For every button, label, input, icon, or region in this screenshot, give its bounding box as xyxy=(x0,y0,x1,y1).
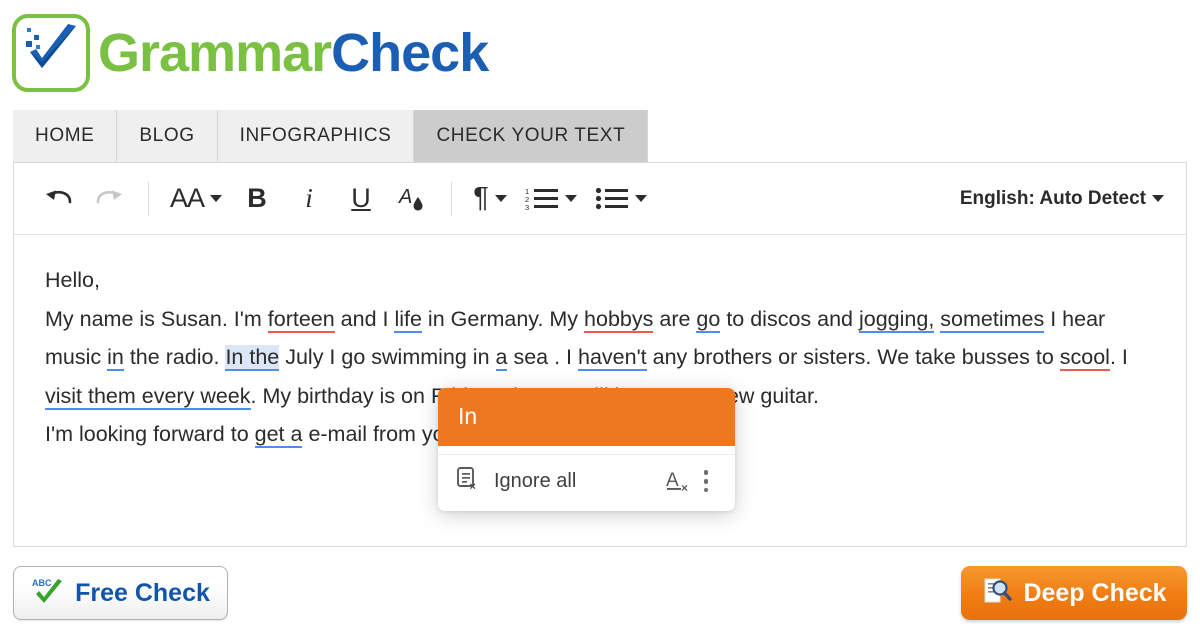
text-run: are xyxy=(653,306,697,331)
ignore-all-button[interactable]: × Ignore all xyxy=(456,465,651,497)
svg-text:A: A xyxy=(398,186,412,208)
font-size-button[interactable]: AA xyxy=(170,179,223,219)
error-grammar-a[interactable]: a xyxy=(495,345,508,371)
logo-word-grammar: Grammar xyxy=(98,23,332,83)
free-check-label: Free Check xyxy=(75,578,210,607)
text-run: in Germany. My xyxy=(421,306,585,331)
main-navigation: HOME BLOG INFOGRAPHICS CHECK YOUR TEXT xyxy=(13,110,649,162)
numbered-list-icon[interactable]: 1 2 3 xyxy=(525,179,578,219)
bold-label: B xyxy=(247,183,267,213)
text-color-droplet-icon[interactable]: A xyxy=(396,179,430,219)
clear-formatting-icon[interactable]: A × xyxy=(665,467,695,495)
chevron-down-icon[interactable] xyxy=(565,195,578,202)
chevron-down-icon[interactable] xyxy=(1152,195,1164,202)
error-grammar-in[interactable]: in xyxy=(107,345,124,371)
language-selector[interactable]: English: Auto Detect xyxy=(960,188,1164,210)
error-grammar-jogging[interactable]: jogging, xyxy=(858,306,935,333)
text-run: any brothers or xyxy=(646,345,798,369)
text-run: sea . I xyxy=(507,345,578,369)
undo-icon[interactable] xyxy=(41,179,75,219)
logo-word-check: Check xyxy=(331,23,489,83)
editor-toolbar: AA B i U A ¶ 1 2 3 English: Auto Detect xyxy=(14,163,1186,235)
nav-tab-infographics[interactable]: INFOGRAPHICS xyxy=(217,110,415,162)
suggestion-popup: In × Ignore all A × xyxy=(438,388,735,512)
suggestion-popup-actions: × Ignore all A × xyxy=(438,454,735,511)
underline-button[interactable]: U xyxy=(344,179,378,219)
toolbar-divider-2 xyxy=(451,181,453,216)
svg-text:ABC: ABC xyxy=(32,578,52,588)
error-grammar-visit-them[interactable]: visit them every week xyxy=(45,383,251,410)
deep-check-button[interactable]: Deep Check xyxy=(961,566,1187,620)
kebab-menu-icon[interactable] xyxy=(695,468,717,495)
svg-text:A: A xyxy=(666,470,679,491)
chevron-down-icon[interactable] xyxy=(494,195,507,202)
paragraph-label: ¶ xyxy=(473,182,489,214)
text-run: sisters. We take busses to xyxy=(803,345,1060,369)
italic-button[interactable]: i xyxy=(292,179,326,219)
bold-button[interactable]: B xyxy=(240,179,274,219)
text-run: My name is Susan. I'm xyxy=(45,306,268,331)
text-run: and I xyxy=(334,306,395,331)
error-grammar-get-a[interactable]: get a xyxy=(254,422,303,448)
nav-tab-home[interactable]: HOME xyxy=(13,110,118,162)
chevron-down-icon[interactable] xyxy=(635,195,648,202)
svg-text:×: × xyxy=(470,481,476,491)
abc-checkmark-icon: ABC xyxy=(31,575,65,612)
paragraph-button[interactable]: ¶ xyxy=(473,179,507,219)
error-grammar-life[interactable]: life xyxy=(394,306,422,333)
logo-wordmark: GrammarCheck xyxy=(98,23,489,83)
document-magnifier-icon xyxy=(981,575,1013,612)
error-spelling-scool[interactable]: scool xyxy=(1059,345,1110,371)
suggestion-replace-option[interactable]: In xyxy=(438,388,735,447)
error-spelling-forteen[interactable]: forteen xyxy=(267,306,335,333)
free-check-button[interactable]: ABC Free Check xyxy=(13,566,228,620)
text-run: I'm looking forward to xyxy=(45,422,255,446)
language-label: English: Auto Detect xyxy=(959,187,1146,209)
font-size-label: AA xyxy=(170,183,205,213)
error-grammar-sometimes[interactable]: sometimes xyxy=(940,306,1045,333)
italic-label: i xyxy=(305,183,313,213)
error-active-in-the[interactable]: In the xyxy=(225,345,280,371)
svg-text:3: 3 xyxy=(525,203,529,212)
underline-label: U xyxy=(351,183,371,213)
ignore-all-icon: × xyxy=(456,465,482,497)
text-run: July I go swimming in xyxy=(279,345,496,369)
error-grammar-go[interactable]: go xyxy=(696,306,721,333)
site-logo[interactable]: GrammarCheck xyxy=(12,8,489,98)
toolbar-divider-1 xyxy=(148,181,149,216)
deep-check-label: Deep Check xyxy=(1023,578,1167,607)
error-grammar-havent[interactable]: haven't xyxy=(578,345,647,371)
bulleted-list-icon[interactable] xyxy=(595,179,648,219)
text-run: the radio. xyxy=(123,345,226,369)
nav-tab-check-your-text[interactable]: CHECK YOUR TEXT xyxy=(414,110,649,162)
svg-text:×: × xyxy=(681,481,688,495)
text-run: to discos and xyxy=(720,306,859,331)
redo-icon[interactable] xyxy=(93,179,127,219)
nav-tab-blog[interactable]: BLOG xyxy=(117,110,218,162)
ignore-all-label: Ignore all xyxy=(494,469,577,492)
chevron-down-icon[interactable] xyxy=(210,195,223,202)
text-run: . I xyxy=(1109,345,1128,369)
checkmark-logo-icon xyxy=(12,14,90,92)
error-spelling-hobbys[interactable]: hobbys xyxy=(584,306,654,333)
text-run: Hello, xyxy=(45,268,100,292)
document-paragraph[interactable]: Hello, xyxy=(45,261,1156,300)
